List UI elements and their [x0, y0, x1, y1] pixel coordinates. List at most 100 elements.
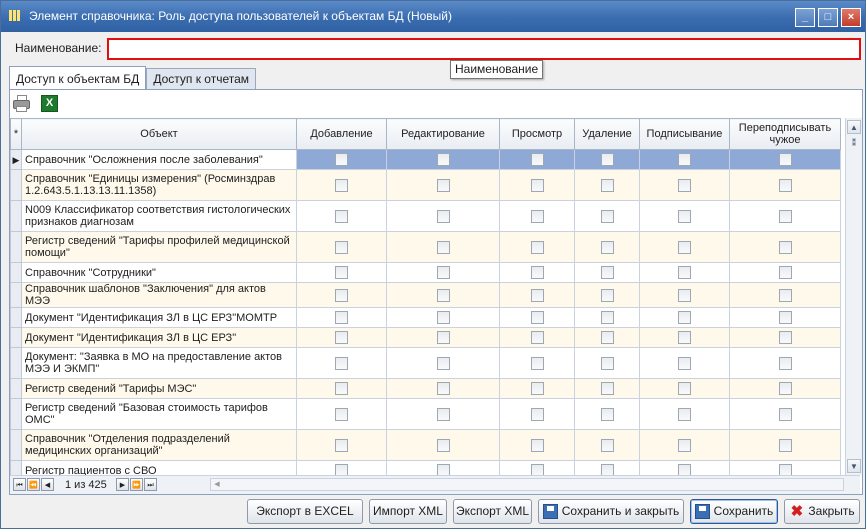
last-page-icon[interactable]: ⏭ [144, 478, 157, 491]
column-header-sign[interactable]: Подписывание [639, 118, 730, 150]
close-button[interactable]: ✖ Закрыть [784, 499, 860, 524]
export-xml-button[interactable]: Экспорт XML [453, 499, 532, 524]
object-cell[interactable]: Справочник "Отделения подразделений меди… [21, 429, 297, 461]
sign-checkbox[interactable] [678, 407, 691, 421]
view-checkbox[interactable] [530, 153, 544, 166]
table-row[interactable]: Документ: "Заявка в МО на предоставление… [10, 347, 841, 379]
delete-checkbox[interactable] [600, 153, 614, 166]
edit-checkbox[interactable] [436, 209, 450, 223]
grid-settings-icon[interactable]: ⁑ [847, 136, 861, 150]
delete-checkbox[interactable] [600, 266, 614, 279]
sign-checkbox[interactable] [678, 288, 691, 302]
resign-others-checkbox[interactable] [778, 331, 792, 344]
vertical-scrollbar[interactable]: ▲ ⁑ ▼ [845, 118, 862, 475]
table-row[interactable]: Документ "Идентификация ЗЛ в ЦС ЕРЗ"МОМТ… [10, 307, 841, 328]
delete-checkbox[interactable] [600, 382, 614, 395]
object-cell[interactable]: Регистр сведений "Тарифы МЭС" [21, 378, 297, 399]
minimize-button[interactable]: _ [795, 8, 815, 27]
edit-checkbox[interactable] [436, 438, 450, 452]
resign-others-checkbox[interactable] [778, 209, 792, 223]
view-checkbox[interactable] [530, 356, 544, 370]
delete-checkbox[interactable] [600, 240, 614, 254]
object-cell[interactable]: Справочник "Осложнения после заболевания… [21, 149, 297, 170]
name-input[interactable] [107, 38, 861, 60]
edit-checkbox[interactable] [436, 464, 450, 475]
add-checkbox[interactable] [335, 382, 348, 395]
view-checkbox[interactable] [530, 209, 544, 223]
table-row[interactable]: Регистр сведений "Базовая стоимость тари… [10, 398, 841, 430]
scroll-left-icon[interactable]: ◀ [211, 479, 223, 490]
row-indicator[interactable] [10, 398, 22, 430]
column-header-resign-others[interactable]: Переподписывать чужое [729, 118, 841, 150]
add-checkbox[interactable] [335, 288, 348, 302]
prev-page-icon[interactable]: ⏪ [27, 478, 40, 491]
object-cell[interactable]: N009 Классификатор соответствия гистолог… [21, 200, 297, 232]
sign-checkbox[interactable] [678, 464, 691, 475]
table-row[interactable]: ▶ Справочник "Осложнения после заболевани… [10, 149, 841, 170]
view-checkbox[interactable] [530, 240, 544, 254]
maximize-button[interactable]: □ [818, 8, 838, 27]
add-checkbox[interactable] [335, 331, 348, 344]
object-cell[interactable]: Документ: "Заявка в МО на предоставление… [21, 347, 297, 379]
delete-checkbox[interactable] [600, 356, 614, 370]
resign-others-checkbox[interactable] [778, 438, 792, 452]
column-header-edit[interactable]: Редактирование [386, 118, 500, 150]
edit-checkbox[interactable] [436, 153, 450, 166]
row-indicator[interactable] [10, 307, 22, 328]
add-checkbox[interactable] [335, 438, 348, 452]
sign-checkbox[interactable] [678, 266, 691, 279]
horizontal-scrollbar[interactable]: ◀ [210, 478, 844, 491]
edit-checkbox[interactable] [436, 288, 450, 302]
view-checkbox[interactable] [530, 311, 544, 324]
delete-checkbox[interactable] [600, 178, 614, 192]
add-checkbox[interactable] [335, 153, 348, 166]
save-and-close-button[interactable]: Сохранить и закрыть [538, 499, 684, 524]
view-checkbox[interactable] [530, 438, 544, 452]
sign-checkbox[interactable] [678, 209, 691, 223]
delete-checkbox[interactable] [600, 331, 614, 344]
import-xml-button[interactable]: Импорт XML [369, 499, 447, 524]
edit-checkbox[interactable] [436, 240, 450, 254]
edit-checkbox[interactable] [436, 382, 450, 395]
table-row[interactable]: Регистр сведений "Тарифы профилей медици… [10, 231, 841, 263]
view-checkbox[interactable] [530, 178, 544, 192]
edit-checkbox[interactable] [436, 331, 450, 344]
next-record-icon[interactable]: ▶ [116, 478, 129, 491]
add-checkbox[interactable] [335, 266, 348, 279]
title-bar[interactable]: Элемент справочника: Роль доступа пользо… [1, 1, 865, 32]
add-checkbox[interactable] [335, 311, 348, 324]
edit-checkbox[interactable] [436, 266, 450, 279]
save-button[interactable]: Сохранить [690, 499, 778, 524]
sign-checkbox[interactable] [678, 438, 691, 452]
close-window-button[interactable]: × [841, 8, 861, 27]
sign-checkbox[interactable] [678, 153, 691, 166]
object-cell[interactable]: Регистр сведений "Базовая стоимость тари… [21, 398, 297, 430]
table-row[interactable]: Регистр сведений "Тарифы МЭС" [10, 378, 841, 399]
tab-reports[interactable]: Доступ к отчетам [146, 68, 257, 90]
row-indicator[interactable] [10, 262, 22, 283]
table-row[interactable]: Документ "Идентификация ЗЛ в ЦС ЕРЗ" [10, 327, 841, 348]
row-indicator[interactable]: ▶ [10, 149, 22, 170]
scroll-down-icon[interactable]: ▼ [847, 459, 861, 473]
add-checkbox[interactable] [335, 356, 348, 370]
row-indicator[interactable] [10, 378, 22, 399]
table-row[interactable]: Регистр пациентов с СВО [10, 460, 841, 475]
table-row[interactable]: Справочник "Сотрудники" [10, 262, 841, 283]
next-page-icon[interactable]: ⏩ [130, 478, 143, 491]
object-cell[interactable]: Справочник "Сотрудники" [21, 262, 297, 283]
add-checkbox[interactable] [335, 464, 348, 475]
add-checkbox[interactable] [335, 209, 348, 223]
add-checkbox[interactable] [335, 407, 348, 421]
delete-checkbox[interactable] [600, 407, 614, 421]
row-indicator[interactable] [10, 347, 22, 379]
delete-checkbox[interactable] [600, 438, 614, 452]
edit-checkbox[interactable] [436, 311, 450, 324]
delete-checkbox[interactable] [600, 209, 614, 223]
add-checkbox[interactable] [335, 178, 348, 192]
delete-checkbox[interactable] [600, 311, 614, 324]
row-indicator[interactable] [10, 460, 22, 475]
resign-others-checkbox[interactable] [778, 153, 792, 166]
sign-checkbox[interactable] [678, 240, 691, 254]
table-row[interactable]: Справочник "Отделения подразделений меди… [10, 429, 841, 461]
resign-others-checkbox[interactable] [778, 356, 792, 370]
